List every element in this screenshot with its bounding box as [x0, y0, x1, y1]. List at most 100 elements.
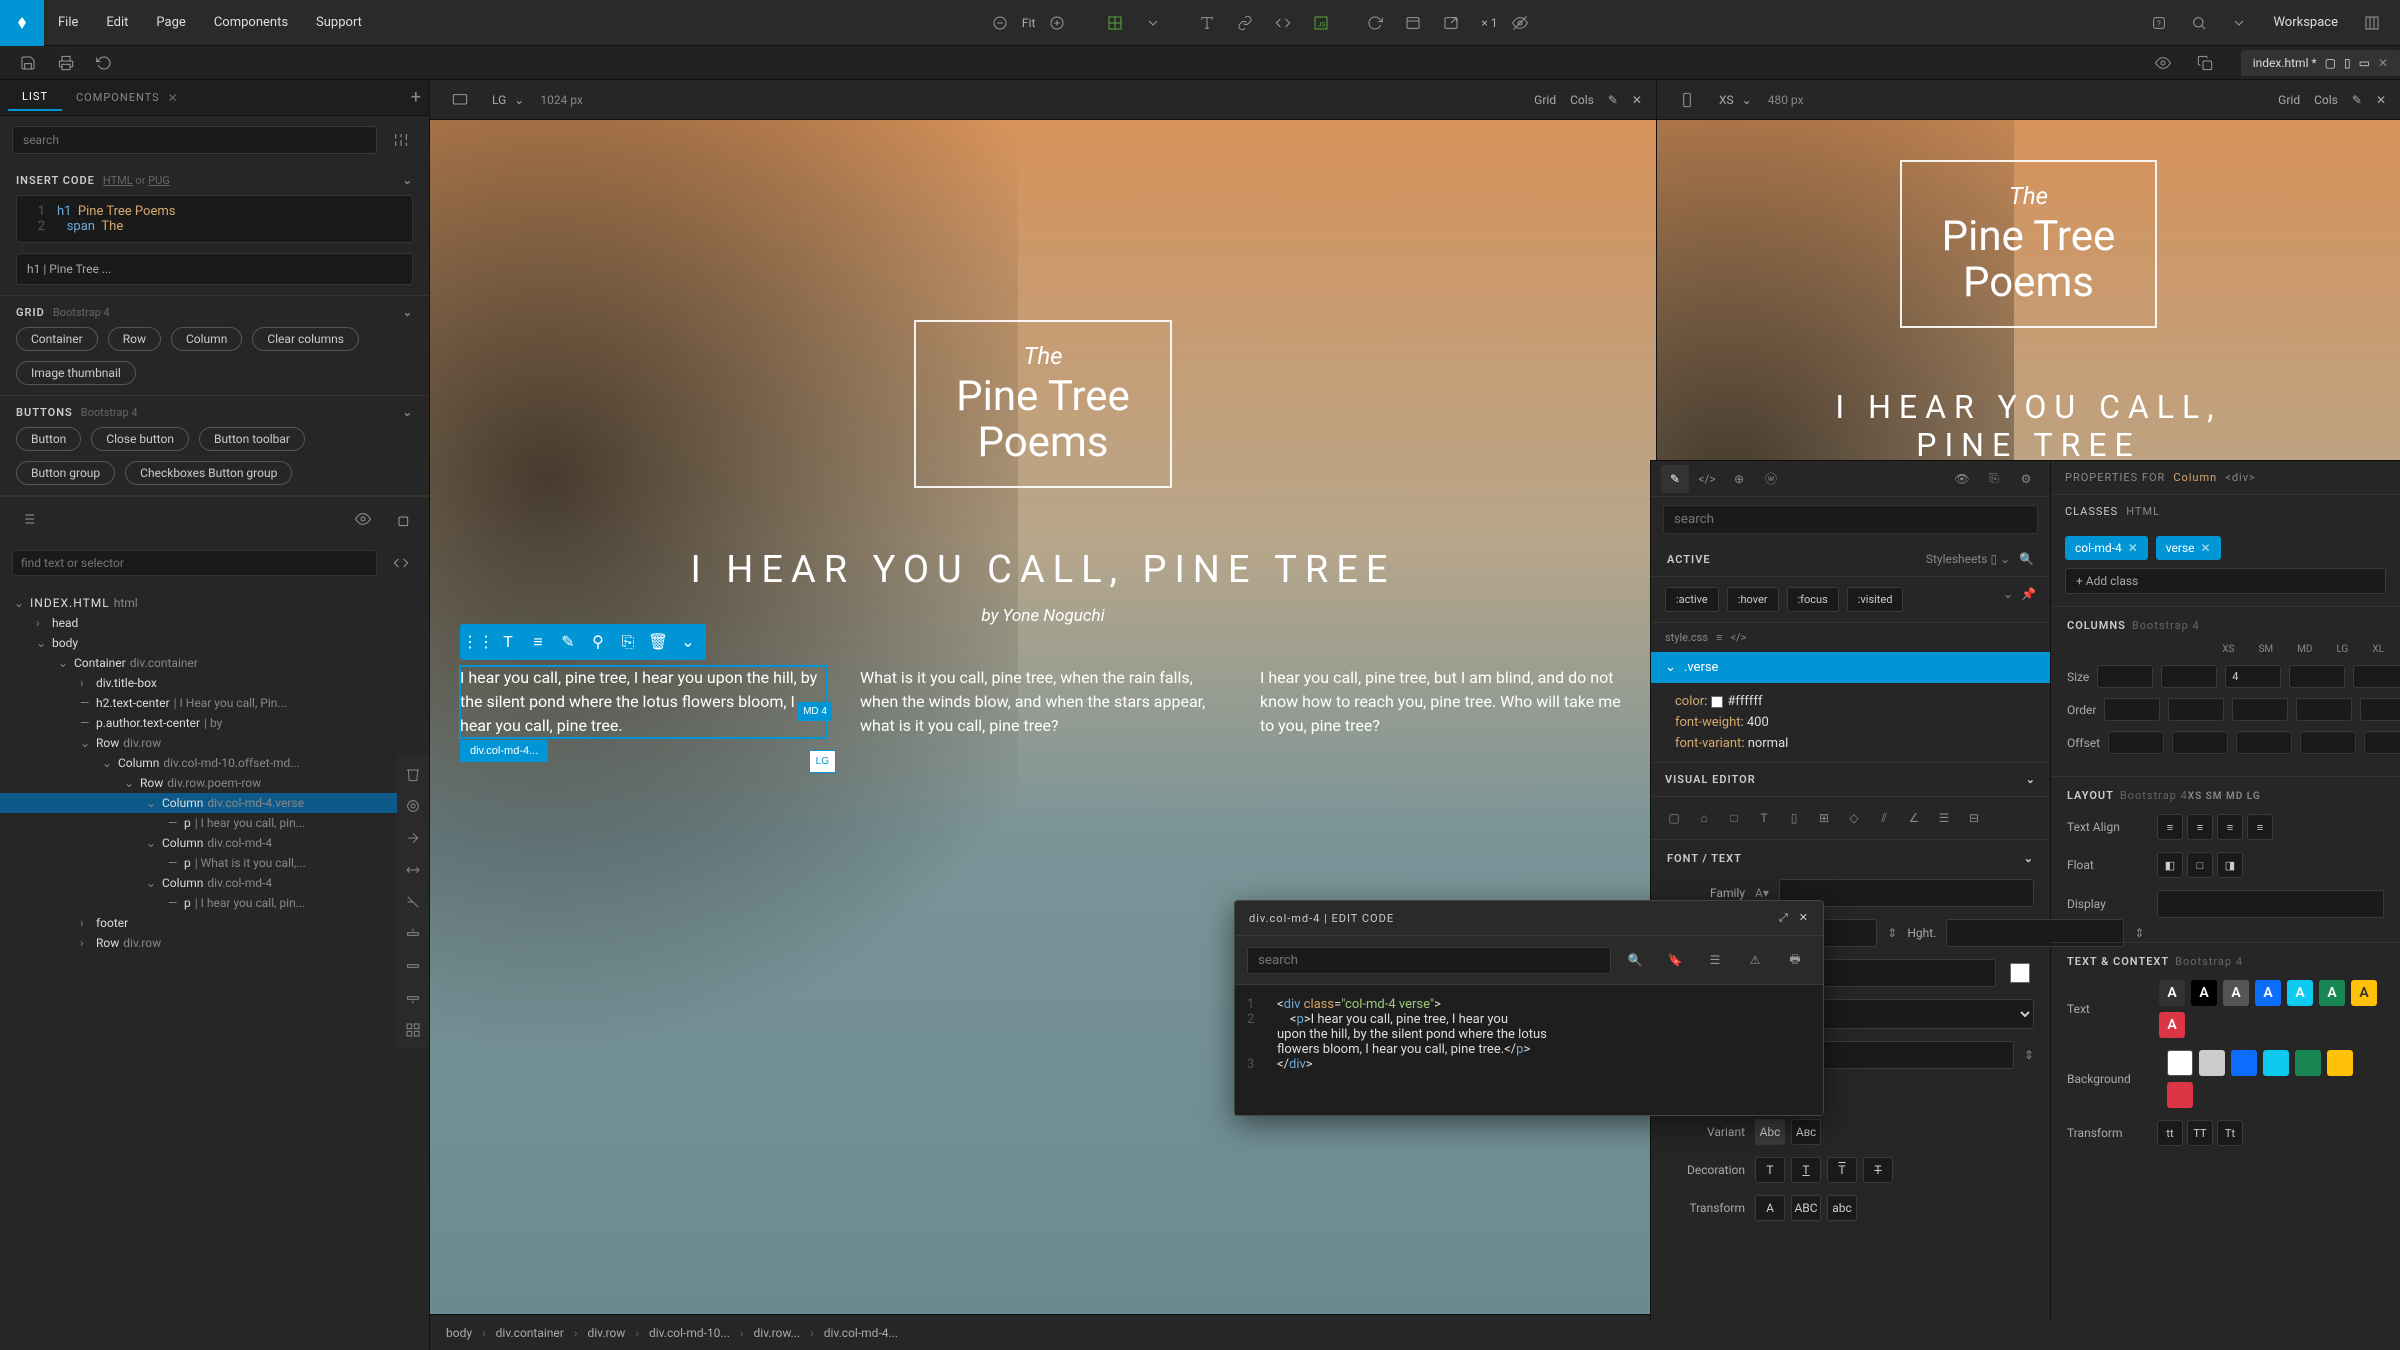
- deco-overline-icon[interactable]: T: [1827, 1157, 1857, 1183]
- menu-components[interactable]: Components: [200, 0, 302, 46]
- bg-color-swatch[interactable]: [2167, 1082, 2193, 1108]
- prop-name[interactable]: font-variant: [1675, 736, 1741, 751]
- tab-tablet-icon[interactable]: ▭: [2359, 56, 2370, 70]
- collapse-icon[interactable]: ⌄: [403, 306, 413, 319]
- sel-edit-icon[interactable]: ✎: [554, 628, 582, 656]
- tree-item[interactable]: —p| What is it you call,...: [0, 853, 429, 873]
- styles-copy-icon[interactable]: ⎘: [1980, 465, 2008, 493]
- crumb[interactable]: div.row: [587, 1326, 625, 1340]
- print-icon[interactable]: [50, 47, 82, 79]
- collapse-icon[interactable]: ⌄: [403, 174, 413, 187]
- styles-tab-code-icon[interactable]: </>: [1693, 465, 1721, 493]
- order-input[interactable]: [2168, 698, 2224, 721]
- tab-list[interactable]: LIST: [8, 84, 62, 111]
- spacing-stepper-icon[interactable]: ⇕: [2024, 1048, 2034, 1062]
- chevron-down-icon[interactable]: ⌄: [514, 93, 524, 107]
- strip-grid-icon[interactable]: [397, 1015, 429, 1045]
- deco-none-icon[interactable]: T: [1755, 1157, 1785, 1183]
- tab-components-close-icon[interactable]: ✕: [168, 91, 178, 105]
- ve-list-icon[interactable]: ☰: [1931, 805, 1957, 831]
- align-right-icon[interactable]: ≡: [2217, 814, 2243, 840]
- title-box-xs[interactable]: The Pine TreePoems: [1900, 160, 2158, 328]
- vp-grid-toggle[interactable]: Grid: [1534, 93, 1556, 107]
- bg-color-swatch[interactable]: [2199, 1050, 2225, 1076]
- save-icon[interactable]: [12, 47, 44, 79]
- crumb[interactable]: div.col-md-4...: [824, 1326, 898, 1340]
- buttons-btn-group[interactable]: Button group: [16, 461, 115, 485]
- tree-search-input[interactable]: [12, 550, 377, 576]
- class-chip[interactable]: col-md-4✕: [2065, 536, 2148, 560]
- text-color-swatch[interactable]: A: [2191, 980, 2217, 1006]
- popup-search-input[interactable]: [1247, 947, 1611, 974]
- font-family-picker-icon[interactable]: A▾: [1755, 886, 1769, 900]
- trans-lower-icon[interactable]: tt: [2157, 1120, 2183, 1146]
- align-justify-icon[interactable]: ≡: [2247, 814, 2273, 840]
- popup-search-icon[interactable]: 🔍: [1619, 944, 1651, 976]
- order-input[interactable]: [2232, 698, 2288, 721]
- text-color-swatch[interactable]: A: [2319, 980, 2345, 1006]
- tree-item[interactable]: ⌄Containerdiv.container: [0, 653, 429, 673]
- tree-item[interactable]: ›Rowdiv.row: [0, 933, 429, 953]
- tab-desktop-icon[interactable]: ▢: [2325, 56, 2336, 70]
- grid-btn-container[interactable]: Container: [16, 327, 98, 351]
- file-tab[interactable]: index.html * ▢ ▯ ▭ ✕: [2241, 50, 2400, 76]
- text-color-swatch[interactable]: A: [2223, 980, 2249, 1006]
- link-tool-icon[interactable]: [1229, 7, 1261, 39]
- sel-delete-icon[interactable]: 🗑: [644, 628, 672, 656]
- bg-color-swatch[interactable]: [2167, 1050, 2193, 1076]
- strip-row-icon[interactable]: [397, 951, 429, 981]
- offset-input[interactable]: [2364, 731, 2400, 754]
- tree-view-icon[interactable]: [12, 503, 44, 535]
- offset-input[interactable]: [2300, 731, 2356, 754]
- workspace-label[interactable]: Workspace: [2263, 15, 2348, 30]
- zoom-in-icon[interactable]: [1041, 7, 1073, 39]
- components-search-input[interactable]: [12, 126, 377, 154]
- ve-table-icon[interactable]: ⊟: [1961, 805, 1987, 831]
- grid-btn-clear[interactable]: Clear columns: [252, 327, 359, 351]
- browser-icon[interactable]: [1397, 7, 1429, 39]
- poem-heading[interactable]: I HEAR YOU CALL, PINE TREE: [430, 548, 1656, 592]
- variant-smallcaps-icon[interactable]: Aʙᴄ: [1791, 1119, 1821, 1145]
- sel-copy-icon[interactable]: ⎘: [614, 628, 642, 656]
- trans-lower-icon[interactable]: abc: [1827, 1195, 1857, 1221]
- tree-item[interactable]: ›div.title-box: [0, 673, 429, 693]
- strip-row-above-icon[interactable]: [397, 919, 429, 949]
- styles-tab-add-icon[interactable]: ⊕: [1725, 465, 1753, 493]
- undo-icon[interactable]: [88, 47, 120, 79]
- buttons-btn-close[interactable]: Close button: [91, 427, 189, 451]
- text-tool-icon[interactable]: [1191, 7, 1223, 39]
- add-class-button[interactable]: + Add class: [2065, 568, 2386, 594]
- tab-close-icon[interactable]: ✕: [2378, 56, 2388, 70]
- float-left-icon[interactable]: ◧: [2157, 852, 2183, 878]
- text-color-swatch[interactable]: A: [2159, 1012, 2185, 1038]
- page-preview-lg[interactable]: The Pine TreePoems I HEAR YOU CALL, PINE…: [430, 120, 1656, 1314]
- zoom-fit[interactable]: Fit: [1022, 16, 1035, 30]
- insert-code-editor[interactable]: 1h1 Pine Tree Poems 2 span The: [16, 195, 413, 243]
- prop-name[interactable]: color: [1675, 694, 1704, 709]
- buttons-btn-button[interactable]: Button: [16, 427, 81, 451]
- size-xs-input[interactable]: [2097, 665, 2153, 688]
- tree-item[interactable]: ›footer: [0, 913, 429, 933]
- bg-color-swatch[interactable]: [2231, 1050, 2257, 1076]
- buttons-btn-toolbar[interactable]: Button toolbar: [199, 427, 305, 451]
- size-lg-input[interactable]: [2289, 665, 2345, 688]
- tree-item[interactable]: ⌄Columndiv.col-md-10.offset-md...: [0, 753, 429, 773]
- menu-edit[interactable]: Edit: [92, 0, 142, 46]
- text-color-swatch[interactable]: A: [2351, 980, 2377, 1006]
- tree-item[interactable]: ⌄Rowdiv.row.poem-row: [0, 773, 429, 793]
- align-left-icon[interactable]: ≡: [2157, 814, 2183, 840]
- vp-edit-icon[interactable]: ✎: [2352, 93, 2362, 107]
- insert-code-html-link[interactable]: HTML: [103, 174, 133, 187]
- stylesheets-dropdown[interactable]: Stylesheets ▯ ⌄ 🔍: [1926, 552, 2034, 566]
- tab-mobile-icon[interactable]: ▯: [2344, 56, 2351, 70]
- sel-more-icon[interactable]: ⌄: [674, 628, 702, 656]
- prop-value[interactable]: 400: [1747, 715, 1769, 730]
- chip-remove-icon[interactable]: ✕: [2201, 541, 2211, 555]
- tree-item[interactable]: ⌄Columndiv.col-md-4.verse: [0, 793, 429, 813]
- pseudo-more-icon[interactable]: ⌄: [2003, 587, 2013, 612]
- tree-item[interactable]: ⌄Columndiv.col-md-4: [0, 873, 429, 893]
- ve-box-icon[interactable]: ▢: [1661, 805, 1687, 831]
- vp-device-icon[interactable]: [1671, 84, 1703, 116]
- help-icon[interactable]: ?: [2143, 7, 2175, 39]
- tree-item[interactable]: ⌄body: [0, 633, 429, 653]
